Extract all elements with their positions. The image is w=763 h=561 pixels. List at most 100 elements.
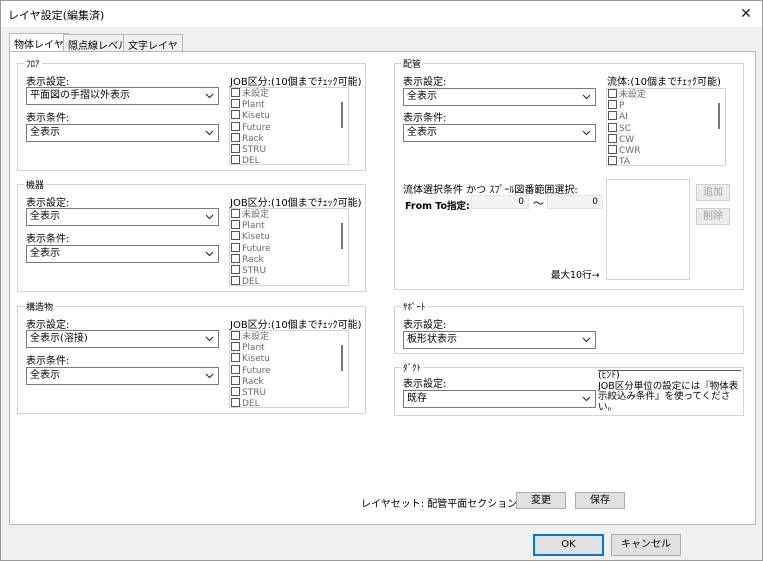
checkbox-icon[interactable] [231, 143, 240, 153]
structure-display-condition-combo[interactable]: 全表示 [26, 367, 219, 385]
piping-fluid-checklist[interactable]: 未設定 P AI SC CW CWR TA [606, 88, 726, 166]
vertical-scrollbar[interactable] [336, 88, 348, 164]
duct-display-setting-combo[interactable]: 既存 [403, 390, 596, 408]
tilde-separator: ～ [533, 197, 544, 210]
ok-button[interactable]: OK [533, 534, 604, 556]
checkbox-icon[interactable] [608, 122, 617, 132]
tab-text-layer[interactable]: 文字レイヤ [123, 34, 183, 52]
fluid-checkbox-item[interactable]: CW [607, 133, 725, 145]
checkbox-icon[interactable] [608, 156, 617, 165]
floor-job-checklist[interactable]: 未設定 Plant Kisetu Future Rack STRU DEL [229, 87, 349, 165]
checkbox-icon[interactable] [231, 353, 240, 363]
support-group: ｻﾎﾟｰﾄ 表示設定: 板形状表示 [394, 300, 744, 354]
checkbox-icon[interactable] [231, 155, 240, 164]
layer-set-label: レイヤセット: 配管平面セクション [361, 499, 518, 510]
layer-settings-dialog: レイヤ設定(編集済) ✕ 物体レイヤ 隠点線レベル 文字レイヤ ﾌﾛｱ 表示設定… [0, 0, 763, 561]
job-checkbox-item[interactable]: DEL [230, 398, 348, 407]
piping-display-setting-combo[interactable]: 全表示 [403, 88, 596, 106]
job-checkbox-item[interactable]: Plant [230, 99, 348, 110]
fluid-checkbox-item[interactable]: TA [607, 156, 725, 165]
job-checkbox-item[interactable]: Future [230, 364, 348, 376]
checkbox-icon[interactable] [608, 111, 617, 121]
checkbox-icon[interactable] [608, 89, 617, 98]
fluid-checkbox-item[interactable]: 未設定 [607, 89, 725, 100]
checkbox-icon[interactable] [608, 133, 617, 143]
job-checkbox-item[interactable]: 未設定 [230, 88, 348, 99]
job-checkbox-item[interactable]: Kisetu [230, 231, 348, 242]
checkbox-icon[interactable] [231, 121, 240, 131]
fluid-checkbox-item[interactable]: CWR [607, 144, 725, 156]
job-checkbox-item[interactable]: Future [230, 121, 348, 133]
checkbox-icon[interactable] [231, 331, 240, 340]
duct-group: ﾀﾞｸﾄ 表示設定: 既存 (ﾋﾝﾄ) JOB区分単位の設定には『物体表示絞込み… [394, 361, 744, 416]
checkbox-icon[interactable] [231, 209, 240, 218]
job-checkbox-item[interactable]: Kisetu [230, 110, 348, 121]
job-checkbox-item[interactable]: STRU [230, 143, 348, 155]
checkbox-icon[interactable] [231, 231, 240, 241]
piping-display-condition-combo[interactable]: 全表示 [403, 124, 596, 142]
spool-range-list[interactable] [606, 179, 690, 280]
job-checkbox-item[interactable]: Plant [230, 342, 348, 353]
checkbox-icon[interactable] [231, 220, 240, 230]
chevron-down-icon [205, 88, 215, 104]
cancel-button[interactable]: キャンセル [611, 534, 681, 556]
checkbox-icon[interactable] [231, 253, 240, 263]
structure-group-title: 構造物 [24, 300, 56, 313]
tab-object-layer[interactable]: 物体レイヤ [9, 33, 69, 51]
job-checkbox-item[interactable]: DEL [230, 276, 348, 285]
scroll-thumb[interactable] [341, 102, 343, 128]
fluid-checkbox-item[interactable]: AI [607, 111, 725, 122]
floor-display-condition-combo[interactable]: 全表示 [26, 124, 219, 142]
checkbox-icon[interactable] [231, 276, 240, 285]
scroll-thumb[interactable] [341, 345, 343, 371]
vertical-scrollbar[interactable] [336, 209, 348, 285]
change-button[interactable]: 変更 [516, 492, 566, 509]
checkbox-icon[interactable] [231, 375, 240, 385]
job-checkbox-item[interactable]: 未設定 [230, 331, 348, 342]
job-checkbox-item[interactable]: 未設定 [230, 209, 348, 220]
close-icon[interactable]: ✕ [736, 4, 756, 24]
structure-display-setting-combo[interactable]: 全表示(溶接) [26, 330, 219, 348]
job-checkbox-item[interactable]: Rack [230, 132, 348, 144]
floor-display-setting-combo[interactable]: 平面図の手摺以外表示 [26, 87, 219, 105]
from-input[interactable]: 0 [471, 195, 529, 209]
structure-job-checklist[interactable]: 未設定 Plant Kisetu Future Rack STRU DEL [229, 330, 349, 408]
checkbox-icon[interactable] [231, 242, 240, 252]
equipment-display-setting-combo[interactable]: 全表示 [26, 208, 219, 226]
duct-group-title: ﾀﾞｸﾄ [401, 361, 424, 374]
checkbox-icon[interactable] [608, 144, 617, 154]
checkbox-icon[interactable] [231, 99, 240, 109]
save-button[interactable]: 保存 [575, 492, 625, 509]
fluid-checkbox-item[interactable]: SC [607, 122, 725, 134]
checkbox-icon[interactable] [231, 386, 240, 396]
checkbox-icon[interactable] [231, 398, 240, 407]
checkbox-icon[interactable] [231, 264, 240, 274]
support-display-setting-combo[interactable]: 板形状表示 [403, 331, 596, 349]
delete-button[interactable]: 削除 [696, 208, 730, 225]
checkbox-icon[interactable] [231, 88, 240, 97]
job-checkbox-item[interactable]: Kisetu [230, 353, 348, 364]
scroll-thumb[interactable] [718, 103, 720, 129]
job-checkbox-item[interactable]: Rack [230, 253, 348, 265]
vertical-scrollbar[interactable] [336, 331, 348, 407]
checkbox-icon[interactable] [231, 342, 240, 352]
job-checkbox-item[interactable]: STRU [230, 386, 348, 398]
equipment-display-condition-combo[interactable]: 全表示 [26, 245, 219, 263]
checkbox-icon[interactable] [231, 110, 240, 120]
job-checkbox-item[interactable]: Rack [230, 375, 348, 387]
to-input[interactable]: 0 [547, 195, 603, 209]
job-checkbox-item[interactable]: Plant [230, 220, 348, 231]
checkbox-icon[interactable] [231, 364, 240, 374]
job-checkbox-item[interactable]: DEL [230, 155, 348, 164]
fluid-checkbox-item[interactable]: P [607, 100, 725, 111]
add-button[interactable]: 追加 [696, 184, 730, 201]
checkbox-icon[interactable] [608, 100, 617, 110]
scroll-thumb[interactable] [341, 223, 343, 249]
job-checkbox-item[interactable]: STRU [230, 264, 348, 276]
job-checkbox-item[interactable]: Future [230, 242, 348, 254]
checkbox-icon[interactable] [231, 132, 240, 142]
spool-range-label: 流体選択条件 かつ ｽﾌﾟｰﾙ図番範囲選択: [403, 185, 578, 196]
equipment-job-checklist[interactable]: 未設定 Plant Kisetu Future Rack STRU DEL [229, 208, 349, 286]
piping-display-setting-value: 全表示 [407, 91, 437, 102]
vertical-scrollbar[interactable] [713, 89, 725, 165]
